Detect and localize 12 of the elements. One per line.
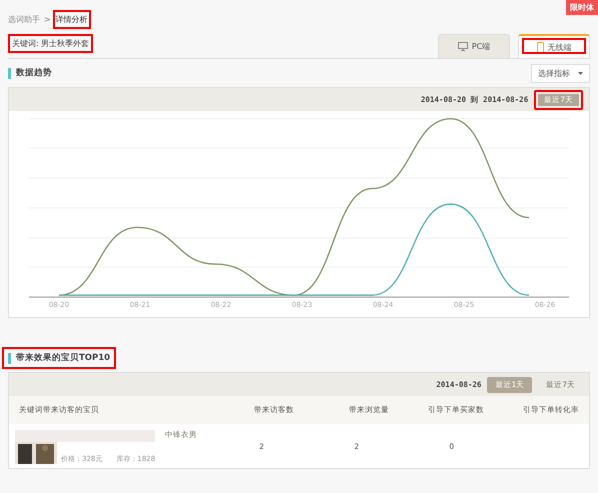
caret-icon [578,72,583,74]
metric-select[interactable]: 选择指标 [531,64,590,82]
section-title: 带来效果的宝贝TOP10 [2,347,116,369]
phone-icon [536,42,544,52]
device-tab[interactable]: 无线端 [518,34,590,58]
keyword-label: 关键词: 男士秋季外套 [10,36,92,51]
breadcrumb-item[interactable]: 详情分析 [54,12,89,26]
device-tab[interactable]: PC端 [438,34,510,58]
section-title: 数据趋势 [2,62,58,84]
promo-badge[interactable]: 限时体 [566,0,598,15]
breadcrumb-separator: > [44,14,51,24]
monitor-icon [458,42,468,51]
